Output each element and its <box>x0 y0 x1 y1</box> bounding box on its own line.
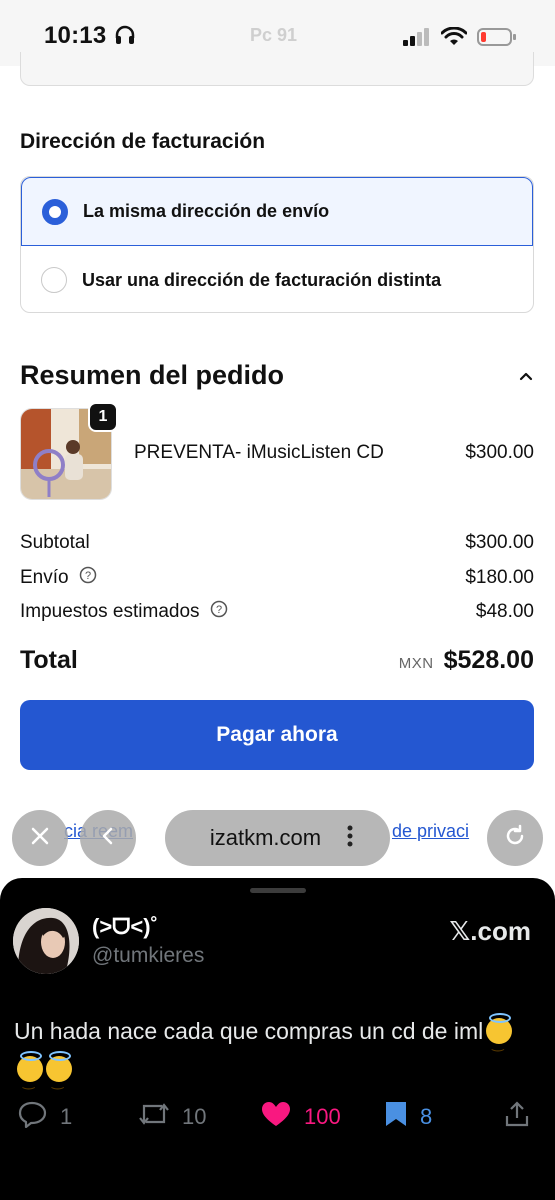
taxes-label: Impuestos estimados <box>20 601 200 622</box>
repost-count: 10 <box>182 1104 207 1129</box>
more-vertical-icon[interactable] <box>347 825 353 852</box>
like-count: 100 <box>304 1104 341 1129</box>
url-text: izatkm.com <box>209 825 322 850</box>
share-icon <box>504 1100 530 1134</box>
tweet-text: Un hada nace cada que compras un cd de i… <box>14 1012 534 1100</box>
subtotal-row: Subtotal $300.00 <box>20 532 534 554</box>
shipping-value: $180.00 <box>465 567 534 588</box>
subtotal-label: Subtotal <box>20 532 90 553</box>
subtotal-value: $300.00 <box>465 532 534 553</box>
info-icon[interactable]: ? <box>210 600 228 624</box>
status-ghost-text: Pc 91 <box>250 25 298 45</box>
billing-option-label: Usar una dirección de facturación distin… <box>82 269 442 290</box>
radio-unselected[interactable] <box>41 267 67 293</box>
order-summary-heading: Resumen del pedido <box>20 360 285 390</box>
svg-text:?: ? <box>85 570 91 582</box>
angel-emoji-icon <box>486 1013 513 1062</box>
svg-text:?: ? <box>215 604 221 616</box>
like-action[interactable]: 100 <box>260 1100 341 1134</box>
bookmark-count: 8 <box>420 1104 433 1129</box>
sheet-grabber[interactable] <box>250 888 306 893</box>
cellular-signal-icon <box>403 28 431 51</box>
reply-count: 1 <box>60 1104 73 1129</box>
shipping-row: Envío ? $180.00 <box>20 566 534 590</box>
shipping-label: Envío <box>20 567 69 588</box>
tweet-card: (>ᗜ<)˚ @tumkieres 𝕏.com Un hada nace cad… <box>0 878 555 1200</box>
back-button[interactable] <box>80 810 136 866</box>
repost-icon <box>138 1100 170 1134</box>
currency-code: MXN <box>398 655 434 672</box>
headphones-icon <box>114 24 136 51</box>
previous-field <box>20 52 534 86</box>
reply-icon <box>18 1100 48 1134</box>
reload-icon <box>503 824 527 853</box>
billing-option-same[interactable]: La misma dirección de envío <box>21 177 533 246</box>
angel-emoji-icon <box>17 1051 43 1100</box>
status-time: 10:13 <box>44 22 107 49</box>
billing-heading: Dirección de facturación <box>20 130 266 153</box>
billing-option-label: La misma dirección de envío <box>83 201 330 221</box>
angel-emoji-icon <box>46 1051 72 1100</box>
wifi-icon <box>440 26 468 52</box>
product-price: $300.00 <box>465 442 534 463</box>
info-icon[interactable]: ? <box>79 566 97 590</box>
reply-action[interactable]: 1 <box>18 1100 72 1134</box>
pay-now-button[interactable]: Pagar ahora <box>20 700 534 770</box>
chevron-left-icon <box>101 826 115 851</box>
quantity-badge: 1 <box>88 402 118 432</box>
address-bar[interactable]: izatkm.com <box>165 810 390 866</box>
product-name: PREVENTA- iMusicListen CD <box>134 442 384 463</box>
display-name: (>ᗜ<)˚ <box>92 914 158 939</box>
close-icon <box>30 826 50 851</box>
close-tab-button[interactable] <box>12 810 68 866</box>
total-row: Total MXN $528.00 <box>20 646 534 675</box>
privacy-policy-link[interactable]: de privaci <box>392 821 469 842</box>
billing-option-different[interactable]: Usar una dirección de facturación distin… <box>21 246 533 312</box>
tweet-actions: 1 10 100 8 <box>0 1100 555 1140</box>
total-label: Total <box>20 646 78 674</box>
repost-action[interactable]: 10 <box>138 1100 206 1134</box>
user-handle: @tumkieres <box>92 944 205 967</box>
bookmark-action[interactable]: 8 <box>384 1100 432 1134</box>
share-action[interactable] <box>504 1100 530 1134</box>
billing-options: La misma dirección de envío Usar una dir… <box>20 176 534 313</box>
reload-button[interactable] <box>487 810 543 866</box>
radio-selected[interactable] <box>42 198 68 225</box>
bookmark-icon <box>384 1100 408 1134</box>
chevron-up-icon[interactable] <box>519 368 533 386</box>
battery-low-icon <box>477 27 517 52</box>
x-logo-link[interactable]: 𝕏.com <box>449 916 531 947</box>
taxes-value: $48.00 <box>475 601 534 622</box>
avatar[interactable] <box>13 908 79 974</box>
taxes-row: Impuestos estimados ? $48.00 <box>20 600 534 624</box>
heart-icon <box>260 1100 292 1134</box>
total-value: $528.00 <box>443 646 534 674</box>
tweet-body: Un hada nace cada que compras un cd de i… <box>14 1018 484 1044</box>
